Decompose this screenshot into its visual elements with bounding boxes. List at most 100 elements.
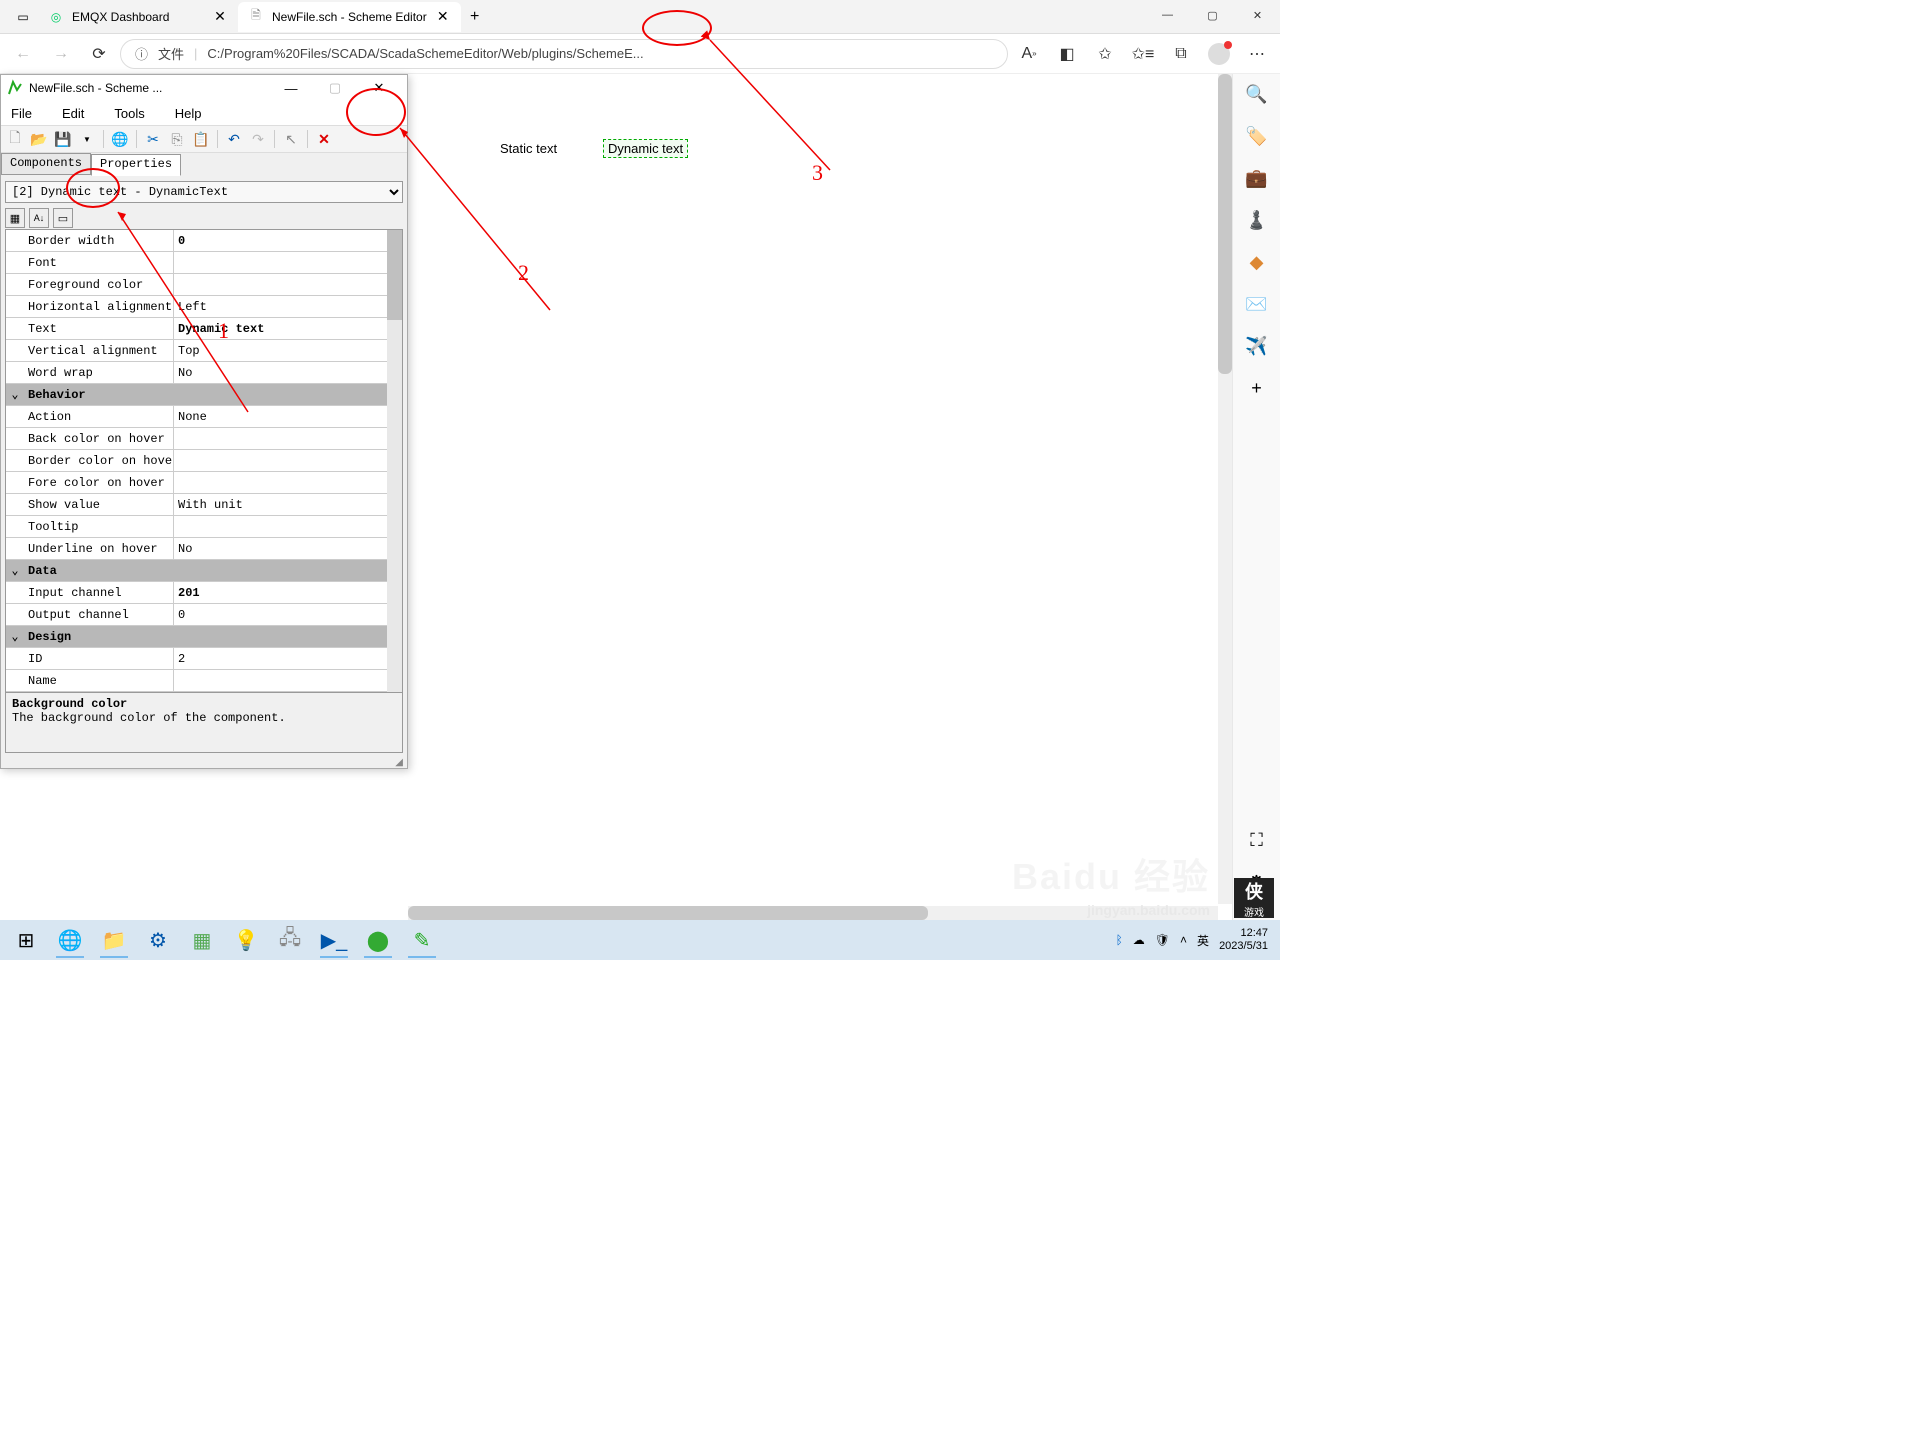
page-horizontal-scrollbar[interactable] [408,906,1218,920]
property-value[interactable]: Left [174,296,387,317]
paste-icon[interactable]: 📋 [191,129,211,149]
editor-maximize-button[interactable]: ▢ [313,75,357,101]
property-value[interactable]: Dynamic text [174,318,387,339]
telegram-icon[interactable]: ✈️ [1245,334,1269,358]
site-info-icon[interactable]: ⓘ [135,44,148,63]
expand-icon[interactable]: ⌄ [6,560,24,581]
tray-security-icon[interactable]: 🛡 [1155,933,1170,947]
browser-tab-1[interactable]: 🗎 NewFile.sch - Scheme Editor ✕ [238,2,461,32]
property-value[interactable] [174,670,387,691]
property-row[interactable]: Border width0 [6,230,387,252]
page-vertical-scrollbar[interactable] [1218,74,1232,904]
property-row[interactable]: Input channel201 [6,582,387,604]
read-aloud-button[interactable]: A» [1012,37,1046,71]
object-select[interactable]: [2] Dynamic text - DynamicText [5,181,403,203]
expand-icon[interactable]: ⌄ [6,626,24,647]
tray-chevron-icon[interactable]: ˄ [1180,933,1187,947]
menu-edit[interactable]: Edit [56,104,90,123]
tray-ime-text[interactable]: 英 [1197,932,1209,949]
redo-icon[interactable]: ↷ [248,129,268,149]
copy-icon[interactable]: ⎘ [167,129,187,149]
prop-scroll-thumb[interactable] [387,230,402,320]
editor-title-bar[interactable]: NewFile.sch - Scheme ... — ▢ ✕ [1,75,407,101]
tray-onedrive-icon[interactable]: ☁ [1133,933,1145,947]
property-value[interactable]: 0 [174,230,387,251]
outlook-icon[interactable]: ✉️ [1245,292,1269,316]
property-value[interactable]: Top [174,340,387,361]
property-row[interactable]: Border color on hover [6,450,387,472]
globe-icon[interactable]: 🌐 [110,129,130,149]
property-value[interactable]: No [174,362,387,383]
refresh-button[interactable]: ⟳ [82,37,116,71]
property-row[interactable]: TextDynamic text [6,318,387,340]
open-file-icon[interactable]: 📂 [29,129,49,149]
more-button[interactable]: ⋯ [1240,37,1274,71]
split-screen-button[interactable]: ◧ [1050,37,1084,71]
property-row[interactable]: Vertical alignmentTop [6,340,387,362]
property-row[interactable]: Font [6,252,387,274]
property-value[interactable] [174,472,387,493]
categorize-icon[interactable]: ▦ [5,208,25,228]
property-value[interactable]: 201 [174,582,387,603]
property-object-selector[interactable]: [2] Dynamic text - DynamicText [5,181,403,203]
expand-icon[interactable]: ⌄ [6,384,24,405]
property-row[interactable]: Word wrapNo [6,362,387,384]
canvas-static-text[interactable]: Static text [500,141,557,156]
taskbar-vscode-icon[interactable]: ⬤ [356,922,400,958]
cut-icon[interactable]: ✂ [143,129,163,149]
property-group[interactable]: ⌄Design [6,626,387,648]
undo-icon[interactable]: ↶ [224,129,244,149]
property-row[interactable]: Horizontal alignmentLeft [6,296,387,318]
editor-minimize-button[interactable]: — [269,75,313,101]
menu-tools[interactable]: Tools [108,104,150,123]
tab-properties[interactable]: Properties [91,154,181,176]
tab-close-button[interactable]: ✕ [435,9,451,25]
window-minimize-button[interactable]: — [1145,0,1190,30]
plus-icon[interactable]: + [1245,376,1269,400]
forward-button[interactable]: → [44,37,78,71]
property-row[interactable]: Output channel0 [6,604,387,626]
delete-icon[interactable]: ✕ [314,129,334,149]
new-file-icon[interactable]: 🗋 [5,129,25,149]
back-button[interactable]: ← [6,37,40,71]
taskbar-network-icon[interactable]: 🖧 [268,922,312,958]
chess-icon[interactable]: ♟️ [1245,208,1269,232]
property-value[interactable] [174,252,387,273]
property-value[interactable]: No [174,538,387,559]
collections-button[interactable]: ⧉ [1164,37,1198,71]
property-row[interactable]: Name [6,670,387,692]
resize-grip[interactable]: ◢ [1,757,407,768]
search-icon[interactable]: 🔍 [1245,82,1269,106]
property-group[interactable]: ⌄Data [6,560,387,582]
property-value[interactable]: 0 [174,604,387,625]
pointer-icon[interactable]: ↖ [281,129,301,149]
tab-close-button[interactable]: ✕ [212,9,228,25]
favorite-button[interactable]: ✩ [1088,37,1122,71]
new-tab-button[interactable]: + [461,3,489,31]
taskbar-powershell-icon[interactable]: ▶_ [312,922,356,958]
property-value[interactable] [174,274,387,295]
profile-button[interactable] [1202,37,1236,71]
property-row[interactable]: Underline on hoverNo [6,538,387,560]
tab-actions-button[interactable]: ▭ [8,2,38,32]
tray-bluetooth-icon[interactable]: ᛒ [1116,933,1123,947]
menu-file[interactable]: File [5,104,38,123]
editor-close-button[interactable]: ✕ [357,75,401,101]
window-maximize-button[interactable]: ▢ [1190,0,1235,30]
property-value[interactable] [174,450,387,471]
window-close-button[interactable]: ✕ [1235,0,1280,30]
tag-icon[interactable]: 🏷️ [1245,124,1269,148]
property-row[interactable]: Back color on hover [6,428,387,450]
office-icon[interactable]: ◆ [1245,250,1269,274]
save-icon[interactable]: 💾 [53,129,73,149]
taskbar-scheme-icon[interactable]: ✎ [400,922,444,958]
property-row[interactable]: ID2 [6,648,387,670]
address-bar[interactable]: ⓘ 文件 | C:/Program%20Files/SCADA/ScadaSch… [120,39,1008,69]
property-row[interactable]: Tooltip [6,516,387,538]
property-group[interactable]: ⌄Behavior [6,384,387,406]
property-value[interactable] [174,428,387,449]
tray-clock[interactable]: 12:47 2023/5/31 [1219,927,1268,953]
browser-tab-0[interactable]: ◎ EMQX Dashboard ✕ [38,2,238,32]
property-row[interactable]: ActionNone [6,406,387,428]
save-dropdown-icon[interactable]: ▼ [77,129,97,149]
